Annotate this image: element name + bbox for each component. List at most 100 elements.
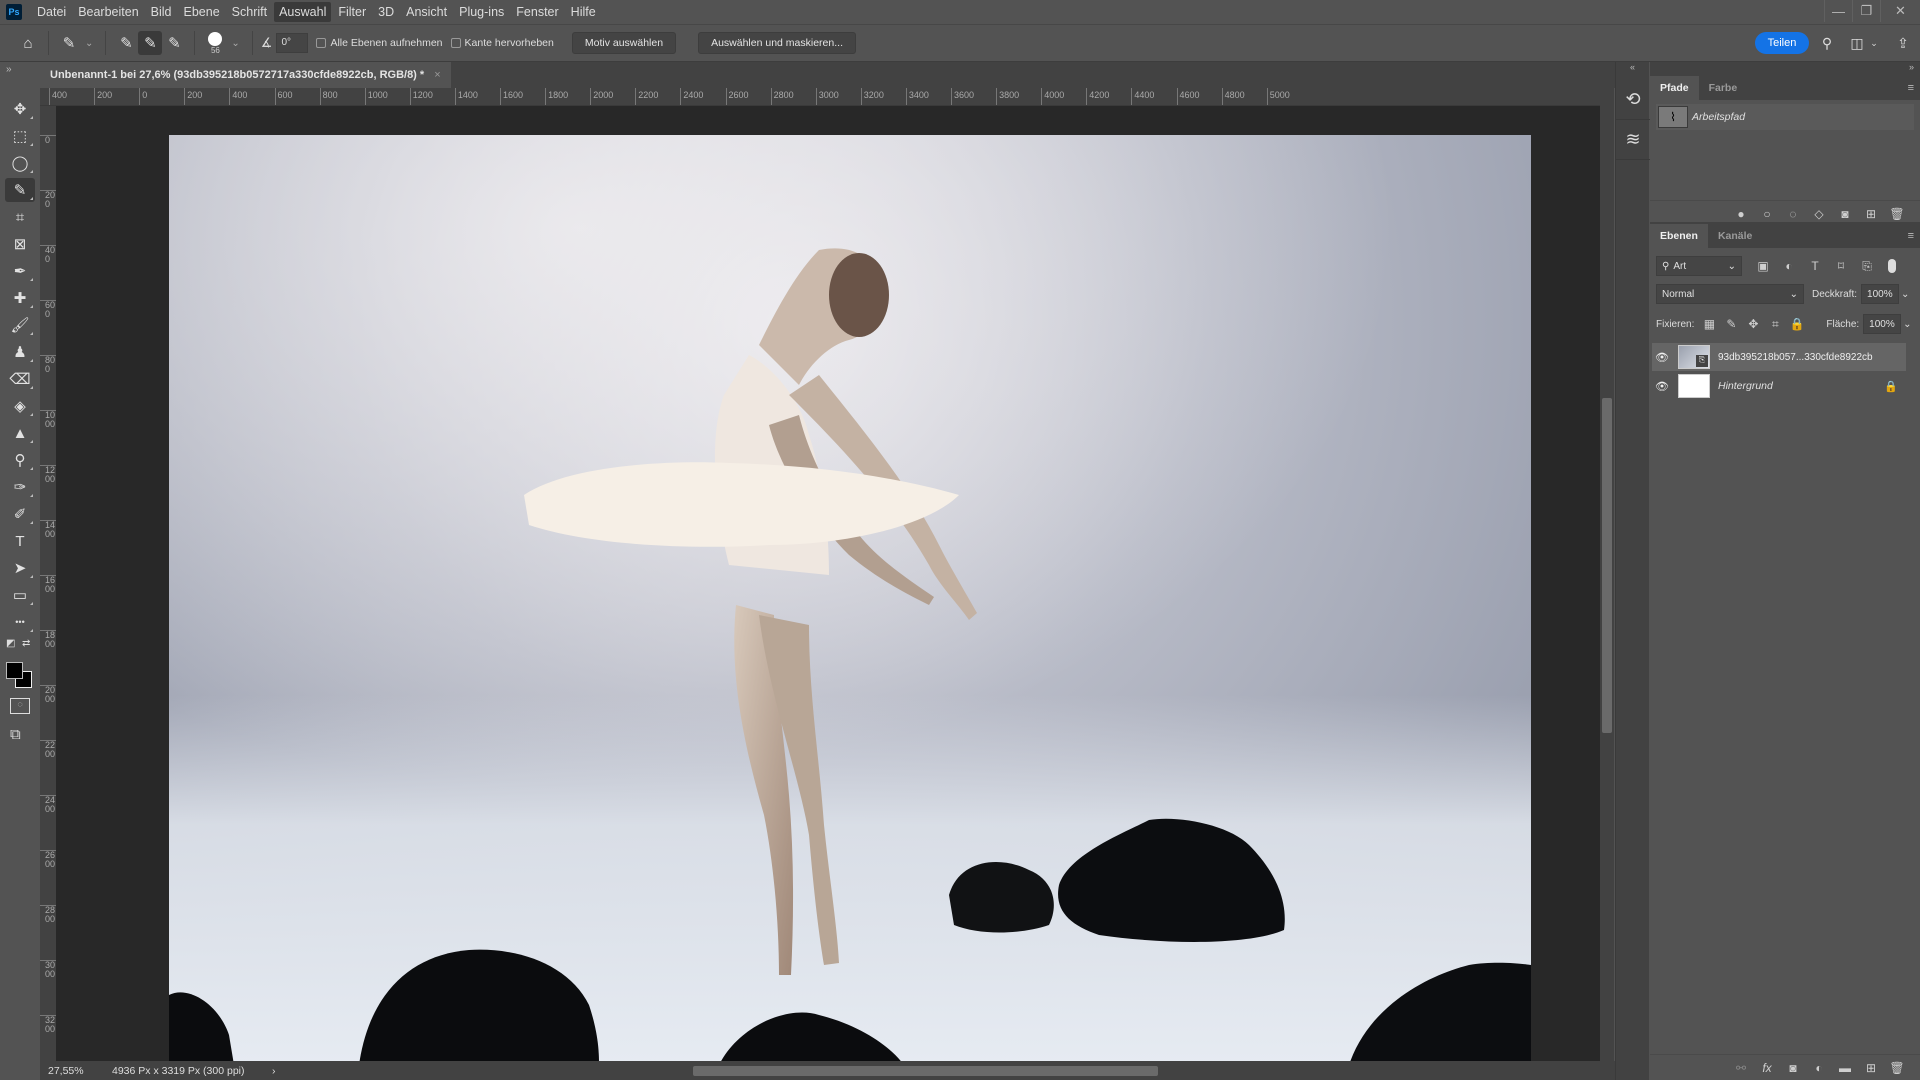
menu-filter[interactable]: Filter bbox=[333, 2, 371, 22]
tab-kanaele[interactable]: Kanäle bbox=[1708, 224, 1762, 248]
select-subject-button[interactable]: Motiv auswählen bbox=[571, 32, 677, 54]
filter-smart-object-icon[interactable]: ⎘ bbox=[1854, 259, 1880, 274]
select-and-mask-button[interactable]: Auswählen und maskieren... bbox=[698, 32, 856, 54]
make-path-icon[interactable]: ◇ bbox=[1806, 207, 1832, 221]
new-group-icon[interactable]: ▬ bbox=[1832, 1061, 1858, 1075]
lasso-tool[interactable]: ◯ bbox=[5, 151, 35, 175]
path-item[interactable]: ⌇ Arbeitspfad bbox=[1656, 104, 1914, 130]
menu-ansicht[interactable]: Ansicht bbox=[401, 2, 452, 22]
menu-datei[interactable]: Datei bbox=[32, 2, 71, 22]
brush-tool[interactable]: 🖌 bbox=[5, 313, 35, 337]
quick-selection-tool[interactable]: ✎ bbox=[5, 178, 35, 202]
menu-bearbeiten[interactable]: Bearbeiten bbox=[73, 2, 143, 22]
blur-tool[interactable]: ▲ bbox=[5, 421, 35, 445]
canvas-area[interactable] bbox=[56, 106, 1600, 1061]
rectangle-tool[interactable]: ▭ bbox=[5, 583, 35, 607]
lock-pixels-icon[interactable]: ✎ bbox=[1720, 317, 1742, 331]
chevron-down-icon[interactable]: ⌄ bbox=[1903, 319, 1911, 330]
lock-icon[interactable]: 🔒 bbox=[1884, 380, 1898, 393]
dodge-tool[interactable]: ⚲ bbox=[5, 448, 35, 472]
visibility-eye-icon[interactable]: 👁 bbox=[1652, 351, 1672, 364]
panel-menu-icon[interactable]: ≡ bbox=[1908, 230, 1914, 242]
tab-ebenen[interactable]: Ebenen bbox=[1650, 224, 1708, 248]
horizontal-scrollbar-thumb[interactable] bbox=[693, 1066, 1158, 1076]
export-icon[interactable]: ⇪ bbox=[1892, 33, 1914, 53]
lock-all-icon[interactable]: 🔒 bbox=[1786, 317, 1808, 331]
pen-tool[interactable]: ✑ bbox=[5, 475, 35, 499]
crop-tool[interactable]: ⌗ bbox=[5, 205, 35, 229]
add-to-selection-icon[interactable]: ✎ bbox=[138, 31, 163, 55]
zoom-level[interactable]: 27,55% bbox=[40, 1065, 98, 1077]
adjustment-layer-icon[interactable]: ◐ bbox=[1806, 1061, 1832, 1075]
menu-bild[interactable]: Bild bbox=[146, 2, 177, 22]
type-tool[interactable]: T bbox=[5, 529, 35, 553]
eraser-tool[interactable]: ⌫ bbox=[5, 367, 35, 391]
visibility-eye-icon[interactable]: 👁 bbox=[1652, 380, 1672, 393]
document-tab[interactable]: Unbenannt-1 bei 27,6% (93db395218b057271… bbox=[40, 62, 451, 88]
new-selection-icon[interactable]: ✎ bbox=[114, 31, 138, 55]
minimize-button[interactable]: — bbox=[1824, 0, 1852, 22]
load-selection-icon[interactable]: ◌ bbox=[1780, 207, 1806, 221]
workspace-icon[interactable]: ◫ bbox=[1846, 33, 1868, 53]
quick-mask-icon[interactable]: ◌ bbox=[10, 698, 30, 714]
brush-size-picker[interactable]: 56 bbox=[203, 31, 227, 55]
menu-3d[interactable]: 3D bbox=[373, 2, 399, 22]
eyedropper-tool[interactable]: ✒ bbox=[5, 259, 35, 283]
menu-ebene[interactable]: Ebene bbox=[179, 2, 225, 22]
menu-fenster[interactable]: Fenster bbox=[511, 2, 563, 22]
fill-input[interactable]: 100% bbox=[1863, 314, 1902, 334]
expand-toolbar-icon[interactable]: » bbox=[0, 62, 40, 88]
tab-farbe[interactable]: Farbe bbox=[1699, 76, 1748, 100]
chevron-down-icon[interactable]: ⌄ bbox=[1868, 33, 1880, 53]
menu-hilfe[interactable]: Hilfe bbox=[566, 2, 601, 22]
more-tools[interactable]: ••• bbox=[5, 610, 35, 634]
filter-shape-icon[interactable]: ⌑ bbox=[1828, 259, 1854, 273]
panel-menu-icon[interactable]: ≡ bbox=[1908, 82, 1914, 94]
healing-brush-tool[interactable]: ✚ bbox=[5, 286, 35, 310]
clone-stamp-tool[interactable]: ♟ bbox=[5, 340, 35, 364]
restore-button[interactable]: ❐ bbox=[1852, 0, 1880, 22]
sample-all-layers-checkbox[interactable]: Alle Ebenen aufnehmen bbox=[316, 37, 443, 49]
marquee-tool[interactable]: ⬚ bbox=[5, 124, 35, 148]
delete-icon[interactable]: 🗑 bbox=[1884, 207, 1910, 221]
lock-position-icon[interactable]: ✥ bbox=[1742, 317, 1764, 331]
stroke-path-icon[interactable]: ○ bbox=[1754, 207, 1780, 221]
new-path-icon[interactable]: ⊞ bbox=[1858, 207, 1884, 221]
angle-input[interactable]: 0° bbox=[276, 33, 309, 53]
path-selection-tool[interactable]: ➤ bbox=[5, 556, 35, 580]
lock-transparency-icon[interactable]: ▦ bbox=[1698, 317, 1720, 331]
filter-pixel-icon[interactable]: ▣ bbox=[1750, 259, 1776, 273]
libraries-icon[interactable]: ≋ bbox=[1616, 120, 1650, 160]
move-tool[interactable]: ✥ bbox=[5, 97, 35, 121]
enhance-edge-checkbox[interactable]: Kante hervorheben bbox=[450, 37, 554, 49]
expand-panels-icon[interactable]: » bbox=[1909, 62, 1914, 72]
chevron-down-icon[interactable]: ⌄ bbox=[231, 38, 239, 49]
vertical-scrollbar[interactable] bbox=[1600, 88, 1614, 1061]
add-mask-icon[interactable]: ◙ bbox=[1832, 207, 1858, 221]
checkbox-box[interactable] bbox=[316, 38, 327, 48]
search-icon[interactable]: ⚲ bbox=[1816, 33, 1838, 53]
default-colors-icon[interactable]: ◩ bbox=[6, 638, 15, 649]
link-layers-icon[interactable]: ⚯ bbox=[1728, 1061, 1754, 1075]
collapse-dock-icon[interactable]: « bbox=[1616, 62, 1649, 80]
delete-icon[interactable]: 🗑 bbox=[1884, 1061, 1910, 1075]
filter-kind-select[interactable]: ⚲ Art ⌄ bbox=[1656, 256, 1742, 276]
screen-mode-icon[interactable]: ⧉ bbox=[10, 726, 21, 743]
tool-preset-picker[interactable]: ✎ bbox=[57, 31, 81, 55]
layer-row[interactable]: 👁 Hintergrund 🔒 bbox=[1652, 372, 1906, 400]
lock-artboard-icon[interactable]: ⌗ bbox=[1764, 317, 1786, 332]
filter-adjustment-icon[interactable]: ◐ bbox=[1776, 259, 1802, 273]
swap-colors-icon[interactable]: ⇄ bbox=[22, 638, 30, 649]
filter-toggle[interactable] bbox=[1888, 259, 1896, 273]
paint-bucket-tool[interactable]: ◈ bbox=[5, 394, 35, 418]
chevron-down-icon[interactable]: ⌄ bbox=[85, 38, 93, 49]
menu-auswahl[interactable]: Auswahl bbox=[274, 2, 332, 22]
home-icon[interactable]: ⌂ bbox=[16, 31, 40, 55]
foreground-color-swatch[interactable] bbox=[6, 662, 23, 679]
add-mask-icon[interactable]: ◙ bbox=[1780, 1061, 1806, 1075]
menu-plugins[interactable]: Plug-ins bbox=[454, 2, 509, 22]
checkbox-box[interactable] bbox=[450, 38, 461, 48]
tab-pfade[interactable]: Pfade bbox=[1650, 76, 1699, 100]
scrollbar-thumb[interactable] bbox=[1602, 398, 1612, 733]
document-image[interactable] bbox=[169, 135, 1531, 1061]
